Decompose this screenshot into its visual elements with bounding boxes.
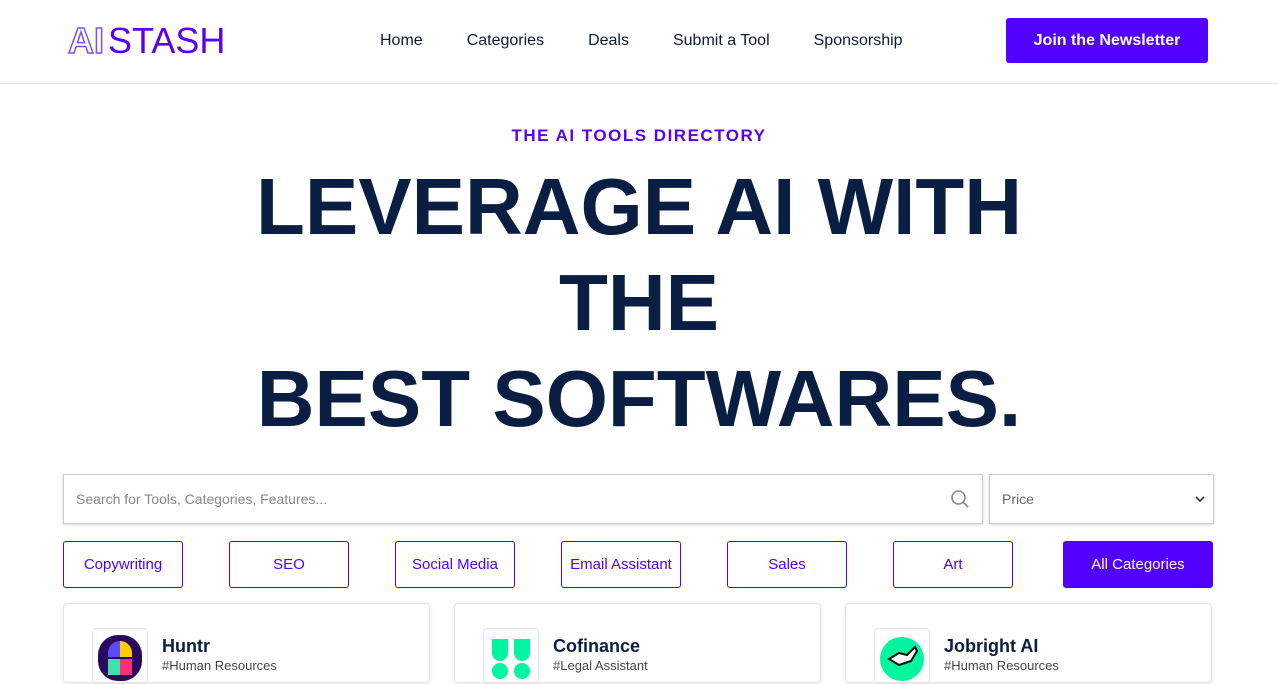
tool-name: Cofinance [553,636,641,656]
logo[interactable]: AI STASH [67,20,226,62]
hero-line: LEVERAGE AI WITH [256,162,1022,251]
logo-ai: AI [67,20,105,62]
main-nav: Home Categories Deals Submit a Tool Spon… [380,32,903,50]
hero-line: THE [559,258,719,347]
hero-eyebrow: THE AI TOOLS DIRECTORY [511,126,767,145]
tool-card[interactable]: Cofinance #Legal Assistant [454,603,821,684]
tool-tag[interactable]: #Human Resources [162,658,277,673]
nav-categories[interactable]: Categories [467,32,544,50]
search-box [63,474,983,524]
tool-card[interactable]: Jobright AI #Human Resources [845,603,1212,684]
tool-cards: Huntr #Human Resources Cofinance #Legal … [63,603,1212,684]
cofinance-logo-icon [483,628,539,684]
category-email-assistant[interactable]: Email Assistant [561,541,681,588]
nav-home[interactable]: Home [380,32,423,50]
tool-name: Jobright AI [944,636,1039,656]
header: AI STASH Home Categories Deals Submit a … [0,0,1278,84]
nav-sponsorship[interactable]: Sponsorship [814,32,903,50]
search-icon[interactable] [950,489,970,509]
category-copywriting[interactable]: Copywriting [63,541,183,588]
huntr-logo-icon [92,628,148,684]
tool-tag[interactable]: #Legal Assistant [553,658,648,673]
category-art[interactable]: Art [893,541,1013,588]
hero-line: BEST SOFTWARES. [256,354,1022,443]
search-input[interactable] [76,491,876,507]
tool-tag[interactable]: #Human Resources [944,658,1059,673]
category-seo[interactable]: SEO [229,541,349,588]
category-filters: Copywriting SEO Social Media Email Assis… [63,541,1213,588]
join-newsletter-button[interactable]: Join the Newsletter [1006,18,1208,63]
jobright-logo-icon [874,628,930,684]
hero-title: LEVERAGE AI WITH THE BEST SOFTWARES. [0,159,1278,447]
tool-name: Huntr [162,636,210,656]
tool-card[interactable]: Huntr #Human Resources [63,603,430,684]
category-sales[interactable]: Sales [727,541,847,588]
chevron-down-icon [1195,496,1205,503]
search-row: Price [63,474,1214,524]
price-select-value: Price [1002,491,1034,507]
nav-submit-tool[interactable]: Submit a Tool [673,32,770,50]
all-categories-button[interactable]: All Categories [1063,541,1213,588]
category-social-media[interactable]: Social Media [395,541,515,588]
nav-deals[interactable]: Deals [588,32,629,50]
price-select[interactable]: Price [989,474,1214,524]
logo-stash: STASH [108,20,226,61]
